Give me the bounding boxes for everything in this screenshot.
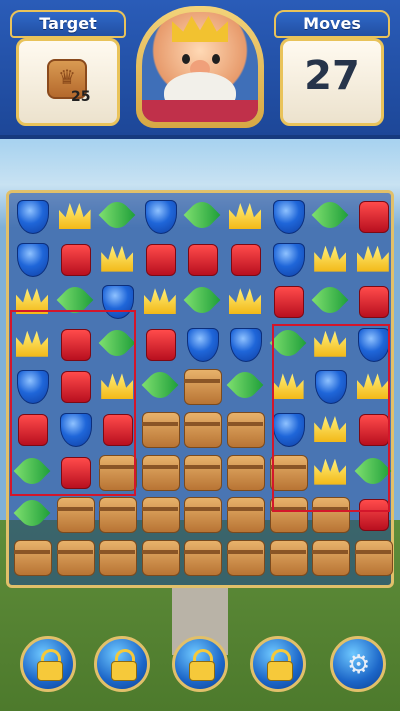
book-tile-icon[interactable] [141, 240, 179, 278]
crown-tile-icon[interactable] [311, 240, 349, 278]
moves-panel: Moves 27 [274, 10, 390, 126]
shield-tile-icon[interactable] [269, 197, 307, 235]
book-tile-icon[interactable] [226, 240, 264, 278]
locked-booster-3[interactable] [172, 636, 228, 692]
leaf-tile-icon[interactable] [141, 367, 179, 405]
book-tile-icon[interactable] [56, 240, 94, 278]
locked-booster-2[interactable] [94, 636, 150, 692]
robe [142, 100, 258, 122]
book-tile-icon[interactable] [269, 282, 307, 320]
eye-right [212, 54, 220, 64]
book-tile-icon[interactable] [354, 282, 392, 320]
shield-tile-icon[interactable] [183, 325, 221, 363]
king-avatar [142, 12, 258, 122]
box-tile-icon[interactable] [354, 538, 393, 576]
crown-icon [172, 16, 228, 42]
target-panel: Target 25 [10, 10, 126, 126]
book-tile-icon[interactable] [141, 325, 179, 363]
leaf-tile-icon[interactable] [226, 367, 264, 405]
book-tile-icon[interactable] [183, 240, 221, 278]
shield-tile-icon[interactable] [13, 197, 51, 235]
leaf-tile-icon[interactable] [311, 197, 349, 235]
box-tile-icon[interactable] [141, 495, 180, 534]
booster-bar: ⚙ [0, 626, 400, 711]
lock-body [37, 661, 63, 681]
leaf-tile-icon[interactable] [183, 197, 221, 235]
box-tile-icon[interactable] [141, 410, 180, 448]
shield-tile-icon[interactable] [226, 325, 264, 363]
shield-tile-icon[interactable] [141, 197, 179, 235]
lock-body [267, 661, 293, 681]
box-tile-icon[interactable] [226, 410, 265, 448]
settings-button[interactable]: ⚙ [330, 636, 386, 692]
target-count: 25 [71, 89, 91, 105]
moves-card: 27 [280, 38, 384, 126]
box-tile-icon[interactable] [226, 453, 265, 491]
target-label: Target [10, 10, 126, 38]
lock-body [189, 661, 215, 681]
box-tile-icon[interactable] [183, 495, 223, 534]
book-tile-icon[interactable] [354, 197, 392, 235]
crown-tile-icon[interactable] [226, 282, 264, 320]
gear-icon: ⚙ [347, 650, 371, 680]
leaf-tile-icon[interactable] [183, 282, 221, 320]
leaf-tile-icon[interactable] [311, 282, 349, 320]
moves-value: 27 [304, 53, 360, 99]
crown-tile-icon[interactable] [98, 240, 136, 278]
highlight-region-left [10, 310, 136, 496]
box-tile-icon[interactable] [141, 538, 180, 576]
king-portrait-frame [136, 6, 264, 128]
locked-booster-4[interactable] [250, 636, 306, 692]
box-tile-icon[interactable] [56, 495, 95, 534]
leaf-tile-icon[interactable] [13, 495, 51, 533]
moves-label: Moves [274, 10, 390, 38]
shield-tile-icon[interactable] [13, 240, 51, 278]
eye-left [182, 54, 190, 64]
shield-tile-icon[interactable] [269, 240, 307, 278]
box-tile-icon[interactable] [183, 538, 223, 576]
box-tile-icon[interactable] [183, 367, 223, 406]
highlight-region-right [272, 324, 390, 512]
box-tile-icon[interactable] [13, 538, 52, 576]
box-tile-icon[interactable] [269, 538, 308, 576]
lock-body [111, 661, 137, 681]
crown-tile-icon[interactable] [56, 197, 94, 235]
crown-tile-icon[interactable] [141, 282, 179, 320]
box-tile-icon[interactable] [98, 495, 138, 534]
target-card: 25 [16, 38, 120, 126]
crown-tile-icon[interactable] [354, 240, 392, 278]
box-tile-icon[interactable] [183, 453, 223, 491]
box-tile-icon[interactable] [98, 538, 138, 576]
top-hud: Target 25 Moves 27 [0, 0, 400, 139]
box-tile-icon[interactable] [226, 538, 265, 576]
crown-tile-icon[interactable] [226, 197, 264, 235]
box-tile-icon[interactable] [311, 538, 351, 576]
leaf-tile-icon[interactable] [98, 197, 136, 235]
box-tile-icon[interactable] [141, 453, 180, 491]
box-tile-icon[interactable] [183, 410, 223, 448]
box-tile-icon[interactable] [56, 538, 95, 576]
locked-booster-1[interactable] [20, 636, 76, 692]
box-tile-icon[interactable] [226, 495, 265, 534]
